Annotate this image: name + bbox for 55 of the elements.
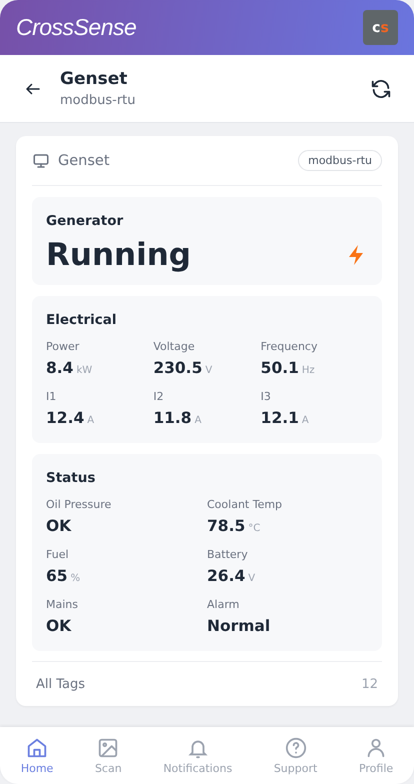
metric-unit: V — [248, 573, 256, 584]
metric-unit: Hz — [302, 365, 315, 376]
metric-unit: A — [302, 415, 309, 426]
nav-tab[interactable]: Support — [272, 732, 320, 778]
all-tags-link[interactable]: All Tags — [36, 676, 86, 692]
metric-unit: A — [194, 415, 202, 426]
refresh-icon[interactable] — [370, 78, 392, 100]
page-title: Genset — [60, 69, 128, 89]
nav-tab[interactable]: Profile — [356, 732, 396, 778]
metric-value: OK — [46, 617, 72, 635]
metric-unit: V — [205, 365, 212, 376]
metric-value: 12.1 — [260, 409, 299, 427]
metric-label: I1 — [46, 390, 58, 403]
section-title: Status — [46, 470, 96, 486]
metric-value: 50.1 — [260, 359, 299, 377]
section-title: Generator — [46, 213, 124, 229]
metric-value: 65 — [46, 567, 68, 585]
metric-label: Battery — [207, 548, 249, 561]
metric-label: Power — [46, 340, 80, 353]
metric-unit: % — [70, 573, 80, 584]
metric-label: I2 — [153, 390, 165, 403]
help-icon — [284, 736, 307, 758]
monitor-icon — [32, 152, 50, 170]
metric-unit: kW — [76, 365, 92, 376]
metric-label: Alarm — [207, 598, 240, 611]
protocol-badge: modbus-rtu — [298, 150, 382, 171]
page-subtitle: modbus-rtu — [60, 93, 137, 108]
metric-value: 26.4 — [207, 567, 246, 585]
metric-value: 230.5 — [153, 359, 202, 377]
metric-label: Oil Pressure — [46, 498, 112, 511]
metric-label: Coolant Temp — [207, 498, 284, 511]
home-icon — [26, 736, 48, 758]
metric-label: Voltage — [153, 340, 196, 353]
avatar-button[interactable]: cs — [363, 10, 398, 45]
metric-value: 8.4 — [46, 359, 74, 377]
metric-value: OK — [46, 517, 72, 535]
metric-label: Frequency — [260, 340, 318, 353]
nav-tab[interactable]: Notifications — [161, 732, 234, 778]
metric-value: Normal — [207, 617, 270, 635]
section-title: Electrical — [46, 312, 118, 328]
metric-label: Mains — [46, 598, 79, 611]
metric-value: 11.8 — [153, 409, 192, 427]
metric-label: I3 — [260, 390, 272, 403]
generator-state: Running — [46, 237, 191, 273]
brand-logo: CrossSense — [16, 14, 136, 41]
nav-tab[interactable]: Home — [18, 732, 56, 778]
nav-tab[interactable]: Scan — [92, 732, 124, 778]
image-icon — [97, 736, 120, 758]
metric-value: 12.4 — [46, 409, 84, 427]
metric-unit: A — [87, 415, 94, 426]
metric-value: 78.5 — [207, 517, 246, 535]
metric-label: Fuel — [46, 548, 70, 561]
card-title: Genset — [58, 152, 111, 168]
metric-unit: °C — [248, 523, 260, 534]
tag-count: 12 — [361, 676, 378, 692]
